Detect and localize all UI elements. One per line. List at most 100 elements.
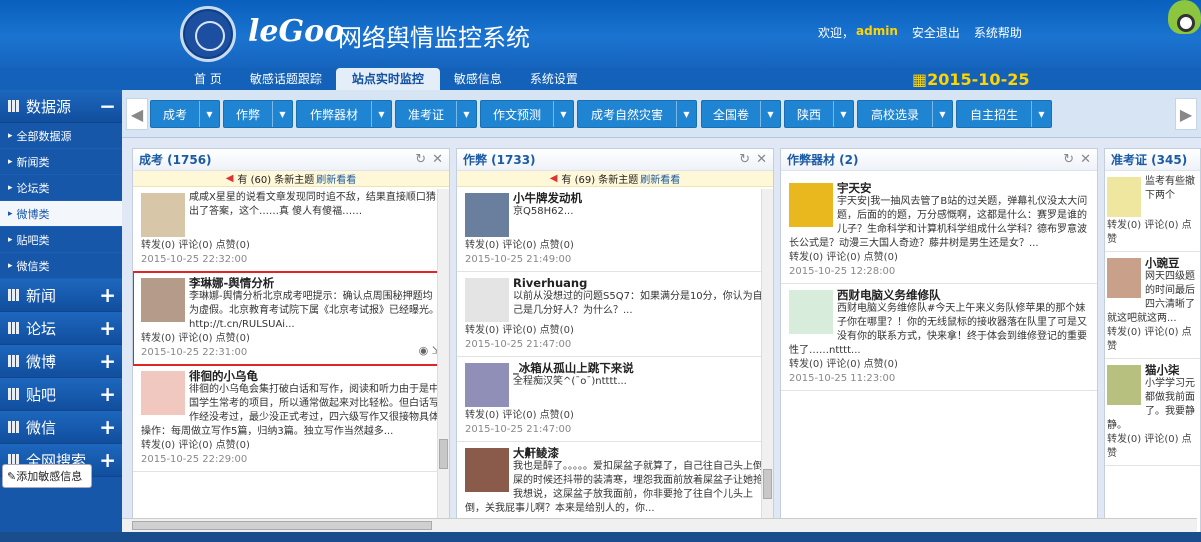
chevron-down-icon[interactable]: ▼ [833, 101, 853, 127]
filter-label: 成考自然灾害 [590, 107, 663, 122]
help-link[interactable]: 系统帮助 [974, 24, 1022, 41]
post-author[interactable]: Riverhuang [465, 276, 765, 290]
tab-system-settings[interactable]: 系统设置 [516, 68, 592, 90]
list-item[interactable]: 小牛牌发动机 京Q58H62... 转发(0) 评论(0) 点赞(0) 2015… [457, 187, 773, 272]
horizontal-scrollbar[interactable] [122, 518, 1197, 532]
chevron-down-icon[interactable]: ▼ [199, 101, 219, 127]
vertical-scrollbar[interactable] [437, 189, 449, 541]
main-nav-tabs: 首 页 敏感话题跟踪 站点实时监控 敏感信息 系统设置 [180, 68, 592, 90]
tab-site-monitor[interactable]: 站点实时监控 [335, 68, 440, 90]
expand-icon[interactable]: + [99, 450, 116, 470]
filter-button[interactable]: 准考证 ▼ [395, 100, 477, 128]
post-author[interactable]: 小牛牌发动机 [465, 191, 765, 205]
sidebar-item-forum[interactable]: 论坛类 [0, 175, 122, 201]
refresh-link[interactable]: 刷新看看 [640, 171, 680, 186]
sidebar-section-news[interactable]: 新闻 + [0, 279, 122, 312]
chevron-down-icon[interactable]: ▼ [1031, 101, 1051, 127]
list-item[interactable]: 猫小柒 小学学习元都做我前面了。我要静静。 转发(0) 评论(0) 点赞 [1105, 359, 1200, 466]
post-author[interactable]: 徘徊的小乌龟 [141, 369, 441, 383]
sidebar-item-all-sources[interactable]: 全部数据源 [0, 123, 122, 149]
post-time: 2015-10-25 22:29:00 [141, 454, 248, 465]
sidebar-section-tieba[interactable]: 贴吧 + [0, 378, 122, 411]
list-item[interactable]: 小豌豆 网天四级题的时间最后四六清晰了就这吧就这两... 转发(0) 评论(0)… [1105, 252, 1200, 359]
list-item[interactable]: 大鼾鲮漆 我也是醉了。。。。。爱扣屎盆子就算了，自己往自己头上倒屎的时候还抖带的… [457, 442, 773, 521]
filter-label: 全国卷 [712, 107, 749, 122]
filter-button[interactable]: 全国卷 ▼ [701, 100, 781, 128]
filter-button[interactable]: 陕西 ▼ [784, 100, 854, 128]
sidebar-item-tieba[interactable]: 贴吧类 [0, 227, 122, 253]
scroll-left-arrow-icon[interactable]: ◀ [126, 98, 148, 130]
sidebar-item-weibo[interactable]: 微博类 [0, 201, 122, 227]
column-header: 作弊器材 (2) ↻ ✕ [781, 149, 1097, 171]
list-item[interactable]: 宇天安 宇天安|我一抽风去管了B站的过关题，弹幕礼仪没太大问题，后面的的题，万分… [781, 177, 1097, 284]
tab-sensitive-info[interactable]: 敏感信息 [440, 68, 516, 90]
filter-button[interactable]: 作文预测 ▼ [480, 100, 574, 128]
avatar [141, 278, 185, 322]
post-author[interactable]: _冰箱从孤山上跳下来说 [465, 361, 765, 375]
add-sensitive-info-button[interactable]: ✎ 添加敏感信息 [2, 464, 92, 488]
chevron-down-icon[interactable]: ▼ [456, 101, 476, 127]
filter-button[interactable]: 作弊器材 ▼ [296, 100, 392, 128]
collapse-icon[interactable]: − [99, 96, 116, 116]
sidebar-section-forum[interactable]: 论坛 + [0, 312, 122, 345]
chevron-down-icon[interactable]: ▼ [932, 101, 952, 127]
chevron-down-icon[interactable]: ▼ [272, 101, 292, 127]
username: admin [856, 24, 898, 38]
post-time: 2015-10-25 21:49:00 [465, 254, 572, 265]
list-item[interactable]: 西财电脑义务维修队 西财电脑义务维修队#今天上午来义务队修苹果的那个妹子你在哪里… [781, 284, 1097, 391]
list-item-highlighted[interactable]: 李琳娜-舆情分析 李琳娜-舆情分析北京成考吧提示：确认点周围秘押题均为虚假。北京… [133, 271, 449, 366]
logout-link[interactable]: 安全退出 [912, 24, 960, 41]
tab-home[interactable]: 首 页 [180, 68, 236, 90]
chevron-down-icon[interactable]: ▼ [760, 101, 780, 127]
post-stats: 转发(0) 评论(0) 点赞(0) [789, 252, 898, 263]
close-icon[interactable]: ✕ [432, 152, 443, 167]
expand-icon[interactable]: + [99, 417, 116, 437]
close-icon[interactable]: ✕ [756, 152, 767, 167]
expand-icon[interactable]: + [99, 285, 116, 305]
post-author[interactable]: 宇天安 [789, 181, 1089, 195]
chevron-down-icon[interactable]: ▼ [371, 101, 391, 127]
filter-button[interactable]: 高校选录 ▼ [857, 100, 953, 128]
post-time: 2015-10-25 21:47:00 [465, 424, 572, 435]
scroll-thumb[interactable] [132, 521, 432, 530]
sidebar-item-wechat[interactable]: 微信类 [0, 253, 122, 279]
sidebar-section-weibo[interactable]: 微博 + [0, 345, 122, 378]
post-author[interactable]: 李琳娜-舆情分析 [141, 276, 441, 290]
sidebar-section-datasource[interactable]: 数据源 − [0, 90, 122, 123]
view-icon[interactable]: ◉ [419, 344, 429, 357]
list-item[interactable]: _冰箱从孤山上跳下来说 全程痴汉笑^(¯o¯)ntttt... 转发(0) 评论… [457, 357, 773, 442]
post-author[interactable]: 大鼾鲮漆 [465, 446, 765, 460]
list-item[interactable]: Riverhuang 以前从没想过的问题S5Q7：如果满分是10分，你认为自己是… [457, 272, 773, 357]
list-item[interactable]: 咸咸X星星的说看文章发现同时追不敌，结果直接顺口猜出了答案，这个……真 傻人有傻… [133, 187, 449, 272]
post-stats: 转发(0) 评论(0) 点赞(0) [465, 240, 574, 251]
filter-button[interactable]: 作弊 ▼ [223, 100, 293, 128]
refresh-icon[interactable]: ↻ [739, 152, 750, 167]
scroll-right-arrow-icon[interactable]: ▶ [1175, 98, 1197, 130]
tab-topic-tracking[interactable]: 敏感话题跟踪 [236, 68, 336, 90]
post-author[interactable]: 西财电脑义务维修队 [789, 288, 1089, 302]
date-text: 2015-10-25 [927, 70, 1030, 89]
chevron-down-icon[interactable]: ▼ [553, 101, 573, 127]
filter-label: 高校选录 [870, 107, 919, 122]
expand-icon[interactable]: + [99, 351, 116, 371]
filter-button[interactable]: 自主招生 ▼ [956, 100, 1052, 128]
expand-icon[interactable]: + [99, 384, 116, 404]
chevron-down-icon[interactable]: ▼ [676, 101, 696, 127]
refresh-icon[interactable]: ↻ [1063, 152, 1074, 167]
column-header: 作弊 (1733) ↻ ✕ [457, 149, 773, 171]
scroll-thumb[interactable] [439, 439, 448, 469]
scroll-thumb[interactable] [763, 469, 772, 499]
system-title: 网络舆情监控系统 [338, 24, 530, 52]
list-item[interactable]: 监考有些撤下两个 转发(0) 评论(0) 点赞 [1105, 171, 1200, 252]
list-item[interactable]: 徘徊的小乌龟 徘徊的小乌龟会集打破白话和写作，阅读和听力由于是中国学生常考的项目… [133, 365, 449, 472]
filter-button[interactable]: 成考自然灾害 ▼ [577, 100, 697, 128]
column-header: 成考 (1756) ↻ ✕ [133, 149, 449, 171]
expand-icon[interactable]: + [99, 318, 116, 338]
refresh-icon[interactable]: ↻ [415, 152, 426, 167]
refresh-link[interactable]: 刷新看看 [316, 171, 356, 186]
close-icon[interactable]: ✕ [1080, 152, 1091, 167]
sidebar-section-wechat[interactable]: 微信 + [0, 411, 122, 444]
sidebar-item-news[interactable]: 新闻类 [0, 149, 122, 175]
vertical-scrollbar[interactable] [761, 189, 773, 541]
filter-button[interactable]: 成考 ▼ [150, 100, 220, 128]
